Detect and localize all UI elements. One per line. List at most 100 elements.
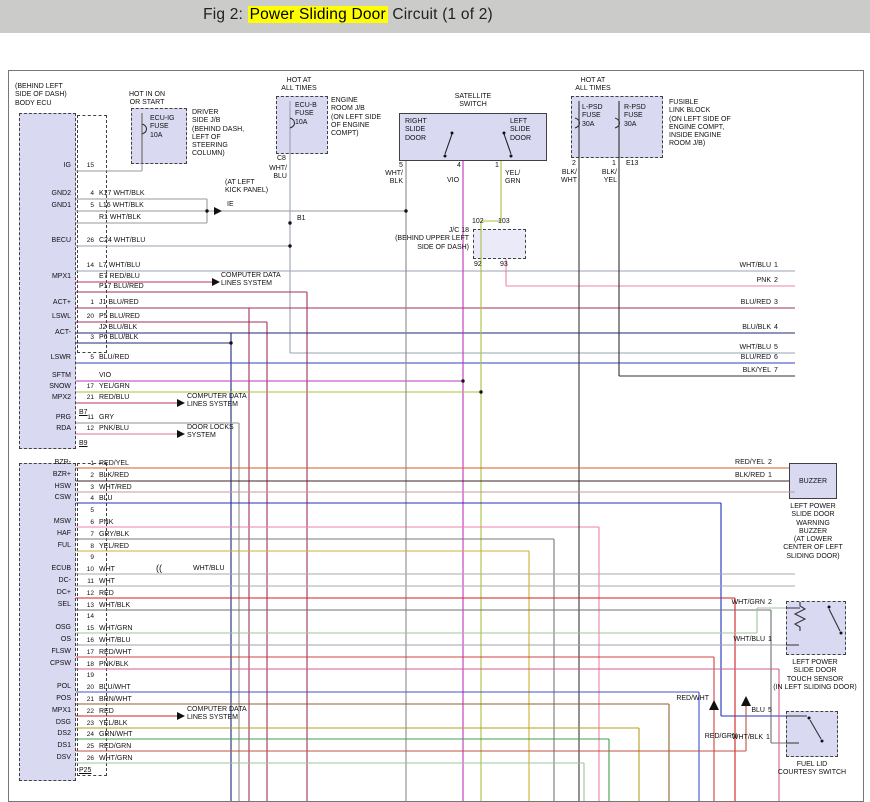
ecu-pin-label: CSW [23, 494, 71, 502]
wire-label: WHT/ BLK [375, 170, 403, 187]
right-edge-wire: PNK2 [711, 277, 778, 285]
switch-position-label: RIGHT SLIDE DOOR [405, 118, 439, 143]
wire-label: RED/YEL [99, 459, 129, 471]
fuse-label: ECU-IG FUSE 10A [150, 115, 186, 140]
wire-label: K17 WHT/BLK [99, 190, 145, 198]
fuse-label: L-PSD FUSE 30A [582, 104, 616, 129]
figure-title: Fig 2: Power Sliding Door Circuit (1 of … [0, 6, 696, 24]
pin-number: 21 [79, 394, 94, 402]
ecu-pin-label: MPX2 [23, 394, 71, 402]
connector-row: 3P6 BLU/BLK [79, 334, 138, 342]
connector-row: 17RED/WHT [79, 648, 132, 660]
pin-number: 12 [79, 589, 94, 601]
wire-red [76, 598, 735, 801]
wire-number: 1 [774, 262, 778, 270]
wire-label: C24 WHT/BLU [99, 237, 145, 245]
connector-row: 22RED [79, 707, 132, 719]
splice-id: B1 [297, 215, 306, 223]
arrow-right-icon [177, 430, 185, 438]
ecu-pin-label: ACT- [23, 329, 71, 337]
connector-row: 14 [79, 612, 132, 624]
wire-label: WHT/BLU [99, 636, 131, 648]
pin-number [79, 324, 94, 332]
component-location-label: FUSIBLE LINK BLOCK (ON LEFT SIDE OF ENGI… [669, 99, 749, 149]
pin-number: 23 [79, 719, 94, 731]
connector-row: 1J1 BLU/RED [79, 299, 139, 307]
junction-dot [404, 209, 407, 212]
pin-number: 1 [79, 459, 94, 471]
wire-label: VIO [447, 177, 459, 185]
buzzer-box: BUZZER [789, 463, 837, 499]
connector-row: 4K17 WHT/BLK [79, 190, 145, 198]
junction-connector-label: J/C 18 (BEHIND UPPER LEFT SIDE OF DASH) [369, 227, 469, 252]
pin-number: 5 [399, 162, 403, 170]
wire-label: RED/WHT [99, 648, 132, 660]
pin-number: 4 [457, 162, 461, 170]
wire-label: RED [99, 707, 114, 719]
pin-number: 26 [79, 754, 94, 766]
connector-row: 18PNK/BLK [79, 660, 132, 672]
wire-label: RED/GRN [99, 742, 131, 754]
connector-row: 7GRY/BLK [79, 530, 132, 542]
wire-blu [76, 503, 786, 716]
connector-row: 21RED/BLU [79, 394, 129, 402]
wire-label: BLK/RED [99, 471, 129, 483]
ecu-pin-label: LSWR [23, 354, 71, 362]
ecu-pin-label: SFTM [23, 372, 71, 380]
connector-row: VIO [79, 372, 111, 380]
wire-label: GRN/WHT [99, 730, 132, 742]
ecu-pin-label: DS1 [23, 742, 71, 750]
ecu-pin-label: SNOW [23, 383, 71, 391]
wire-label: WHT/BLU [193, 565, 225, 573]
touch-sensor-box [786, 601, 846, 655]
wire-label: WHT [99, 565, 115, 577]
connector-row: 10WHT [79, 565, 132, 577]
wire-wht-grn [76, 608, 786, 801]
wire-grn-wht [76, 739, 609, 801]
ecu-pin-label: CPSW [23, 660, 71, 668]
connector-row: 25RED/GRN [79, 742, 132, 754]
wire-label: GRY [99, 414, 114, 422]
pin-number: 93 [500, 261, 508, 269]
wire-blu-wht [76, 692, 699, 801]
ground-id: IE [227, 201, 234, 209]
wire-label: L16 WHT/BLK [99, 202, 144, 210]
wire-label: L7 WHT/BLU [99, 262, 140, 270]
connector-row: 2BLK/RED [79, 471, 132, 483]
junction-dot [229, 341, 232, 344]
pin-number: 5 [79, 202, 94, 210]
search-highlight: Power Sliding Door [248, 6, 388, 23]
connector-id: E13 [626, 160, 638, 168]
pin-number [79, 372, 94, 380]
wire-label: WHT/BLU [703, 636, 765, 644]
connector-row: 6PNK [79, 518, 132, 530]
right-edge-wire: BLU/RED6 [711, 354, 778, 362]
ecu-pin-label: IG [23, 162, 71, 170]
ecu-pin-label: ACT+ [23, 299, 71, 307]
grid-ref: B7 [79, 409, 88, 417]
pin-number: 1 [79, 299, 94, 307]
wire-number: 4 [774, 324, 778, 332]
wire-label: WHT/RED [99, 483, 132, 495]
splice-symbol: (( [156, 563, 162, 574]
wire-label: P6 BLU/BLK [99, 334, 138, 342]
pin-number: 19 [79, 671, 94, 683]
ecu-pin-label: FUL [23, 542, 71, 550]
system-note: COMPUTER DATA LINES SYSTEM [187, 706, 257, 723]
wire-label: BLU/RED [711, 299, 771, 307]
wire-label: BLK/YEL [711, 367, 771, 375]
ecu-pin-label: DC+ [23, 589, 71, 597]
wire-label: PNK/BLU [99, 425, 129, 433]
connector-row: R1 WHT/BLK [79, 214, 141, 222]
wire-number: 3 [774, 299, 778, 307]
hot-condition-label: HOT IN ON OR START [112, 91, 182, 108]
connector-row: 13WHT/BLK [79, 601, 132, 613]
buzzer-label: BUZZER [799, 478, 827, 485]
wire-label: YEL/ GRN [505, 170, 533, 187]
connector-row: 15 [79, 162, 99, 169]
pin-number: 14 [79, 262, 94, 270]
connector-row: 8YEL/RED [79, 542, 132, 554]
wire-label: WHT/BLU [711, 262, 771, 270]
ecu-pin-label: OSG [23, 624, 71, 632]
wire-vio [76, 161, 463, 801]
